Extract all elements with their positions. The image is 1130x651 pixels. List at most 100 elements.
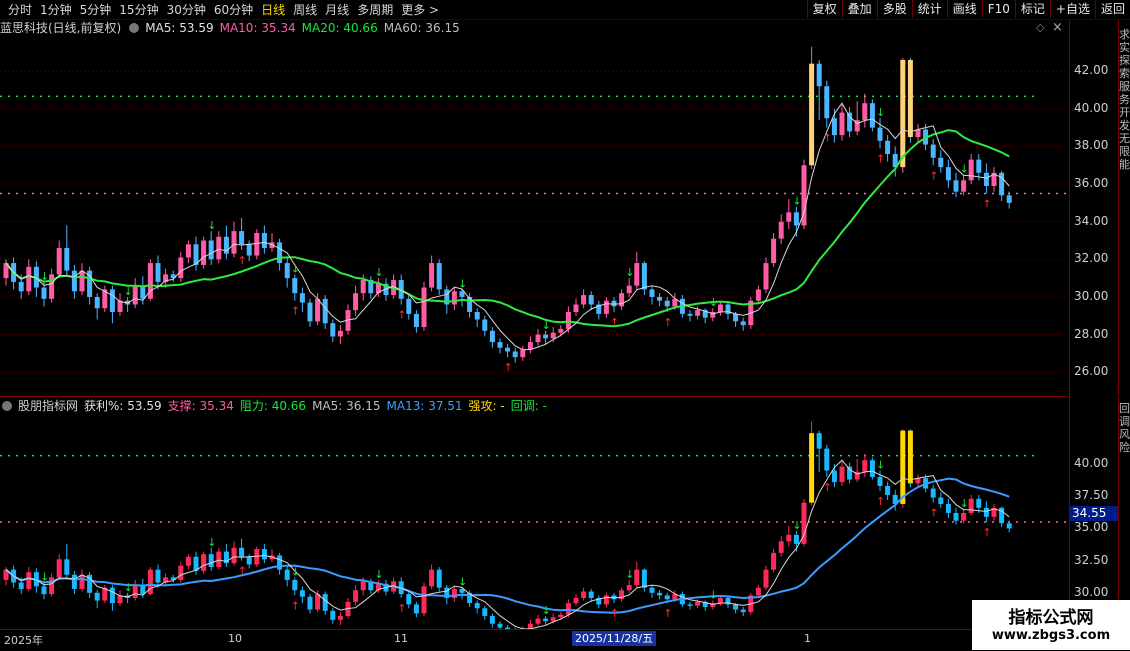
sub-indicator-0: 获利%: 53.59: [84, 399, 162, 413]
sell-arrow-icon: ↓: [792, 519, 801, 532]
candle-body: [247, 244, 252, 255]
candle-body: [741, 321, 746, 325]
candle-body: [741, 610, 746, 613]
candle-body: [908, 431, 913, 484]
candle-body: [589, 592, 594, 598]
close-icon[interactable]: ×: [1052, 20, 1063, 35]
period-tab-6[interactable]: 日线: [257, 1, 289, 19]
candle-body: [809, 433, 814, 503]
candle-body: [794, 212, 799, 225]
ma5-line: [6, 460, 1009, 629]
sub-settings-gear-icon[interactable]: [2, 401, 12, 411]
toolbar-button-0[interactable]: 复权: [807, 0, 842, 18]
main-indicator-values: MA5: 53.59MA10: 35.34MA20: 40.66MA60: 36…: [145, 21, 466, 35]
candle-body: [323, 594, 328, 611]
candle-body: [536, 335, 541, 343]
scale-tick-0: 40.00: [1074, 456, 1108, 470]
candle-body: [118, 301, 123, 312]
candle-body: [878, 477, 883, 486]
candle-body: [657, 297, 662, 301]
sub-price-scale: 40.0037.5035.0032.5030.00: [1070, 415, 1118, 629]
sell-arrow-icon: ↓: [542, 319, 551, 332]
sell-arrow-icon: ↓: [960, 497, 969, 510]
sub-indicator-2: 阻力: 40.66: [240, 399, 306, 413]
sub-info-bar: 股朋指标网获利%: 53.59 支撑: 35.34 阻力: 40.66 MA5: 36…: [0, 398, 559, 415]
date-axis: 2025年 10 11 2025/11/28/五 1: [0, 629, 1070, 651]
candle-body: [315, 299, 320, 322]
period-tab-1[interactable]: 1分钟: [36, 1, 76, 19]
scale-tick-0: 42.00: [1074, 63, 1108, 77]
period-tab-8[interactable]: 月线: [321, 1, 353, 19]
candle-body: [870, 460, 875, 477]
candle-body: [406, 594, 411, 604]
period-tab-3[interactable]: 15分钟: [115, 1, 162, 19]
sell-arrow-icon: ↓: [40, 571, 49, 584]
candle-body: [908, 60, 913, 137]
sub-indicator-3: MA5: 36.15: [312, 399, 380, 413]
toolbar-button-4[interactable]: 画线: [947, 0, 982, 18]
candle-body: [133, 585, 138, 598]
sell-arrow-icon: ↓: [374, 568, 383, 581]
candle-body: [300, 590, 305, 596]
candle-body: [604, 595, 609, 604]
candle-body: [771, 553, 776, 570]
sub-indicator-chart[interactable]: ↓↓↓↑↑↓↓↑↓↑↓↑↓↑↓↓↑↑↓↑↓↑: [0, 415, 1070, 629]
period-tab-10[interactable]: 更多 >: [397, 1, 443, 19]
toolbar-button-7[interactable]: +自选: [1050, 0, 1095, 18]
candle-body: [475, 603, 480, 608]
sub-chart-title: 股朋指标网: [18, 399, 78, 413]
ma13-line: [6, 479, 1009, 613]
sell-arrow-icon: ↓: [374, 266, 383, 279]
candle-body: [406, 299, 411, 314]
date-label-year: 2025年: [4, 632, 43, 648]
candle-body: [969, 160, 974, 181]
candle-body: [543, 335, 548, 339]
main-price-chart[interactable]: ↓↓↓↑↑↓↓↑↓↑↓↑↓↑↓↓↑↑↓↑↓↑: [0, 37, 1070, 397]
candle-body: [452, 291, 457, 304]
settings-gear-icon[interactable]: [129, 23, 139, 33]
main-price-scale: 42.0040.0038.0036.0034.0032.0030.0028.00…: [1070, 37, 1118, 397]
toolbar-button-8[interactable]: 返回: [1095, 0, 1130, 18]
sub-indicator-1: 支撑: 35.34: [168, 399, 234, 413]
watermark: 指标公式网 www.zbgs3.com: [972, 600, 1130, 650]
buy-arrow-icon: ↑: [663, 607, 672, 620]
period-tab-9[interactable]: 多周期: [353, 1, 397, 19]
candle-body: [718, 304, 723, 312]
buy-arrow-icon: ↑: [291, 599, 300, 612]
candle-body: [642, 570, 647, 588]
toolbar-button-6[interactable]: 标记: [1015, 0, 1050, 18]
buy-arrow-icon: ↑: [929, 169, 938, 182]
candle-body: [650, 588, 655, 593]
candle-body: [178, 257, 183, 278]
period-tab-7[interactable]: 周线: [289, 1, 321, 19]
diamond-icon[interactable]: ◇: [1036, 21, 1044, 34]
candle-body: [156, 570, 161, 583]
candle-body: [19, 583, 24, 589]
toolbar-button-5[interactable]: F10: [982, 0, 1015, 18]
toolbar-button-2[interactable]: 多股: [877, 0, 912, 18]
period-tab-0[interactable]: 分时: [4, 1, 36, 19]
candle-body: [900, 431, 905, 504]
toolbar-button-1[interactable]: 叠加: [842, 0, 877, 18]
period-tabs: 分时1分钟5分钟15分钟30分钟60分钟日线周线月线多周期更多 >: [4, 1, 443, 19]
period-tab-5[interactable]: 60分钟: [210, 1, 257, 19]
buy-arrow-icon: ↑: [823, 132, 832, 145]
scale-tick-1: 40.00: [1074, 101, 1108, 115]
period-tab-2[interactable]: 5分钟: [76, 1, 116, 19]
candle-body: [885, 141, 890, 154]
candle-body: [42, 586, 47, 594]
candle-body: [353, 293, 358, 310]
candle-body: [581, 592, 586, 598]
sell-arrow-icon: ↓: [876, 459, 885, 472]
sub-indicator-values: 获利%: 53.59支撑: 35.34阻力: 40.66MA5: 36.15MA…: [84, 399, 553, 413]
candle-body: [277, 555, 282, 569]
main-indicator-3: MA60: 36.15: [384, 21, 460, 35]
period-tab-4[interactable]: 30分钟: [163, 1, 210, 19]
candle-body: [57, 248, 62, 274]
candle-body: [201, 241, 206, 265]
candle-body: [665, 595, 670, 599]
toolbar-button-3[interactable]: 统计: [912, 0, 947, 18]
date-label-nov: 11: [394, 632, 408, 645]
candle-body: [133, 286, 138, 305]
scale-tick-3: 32.50: [1074, 553, 1108, 567]
